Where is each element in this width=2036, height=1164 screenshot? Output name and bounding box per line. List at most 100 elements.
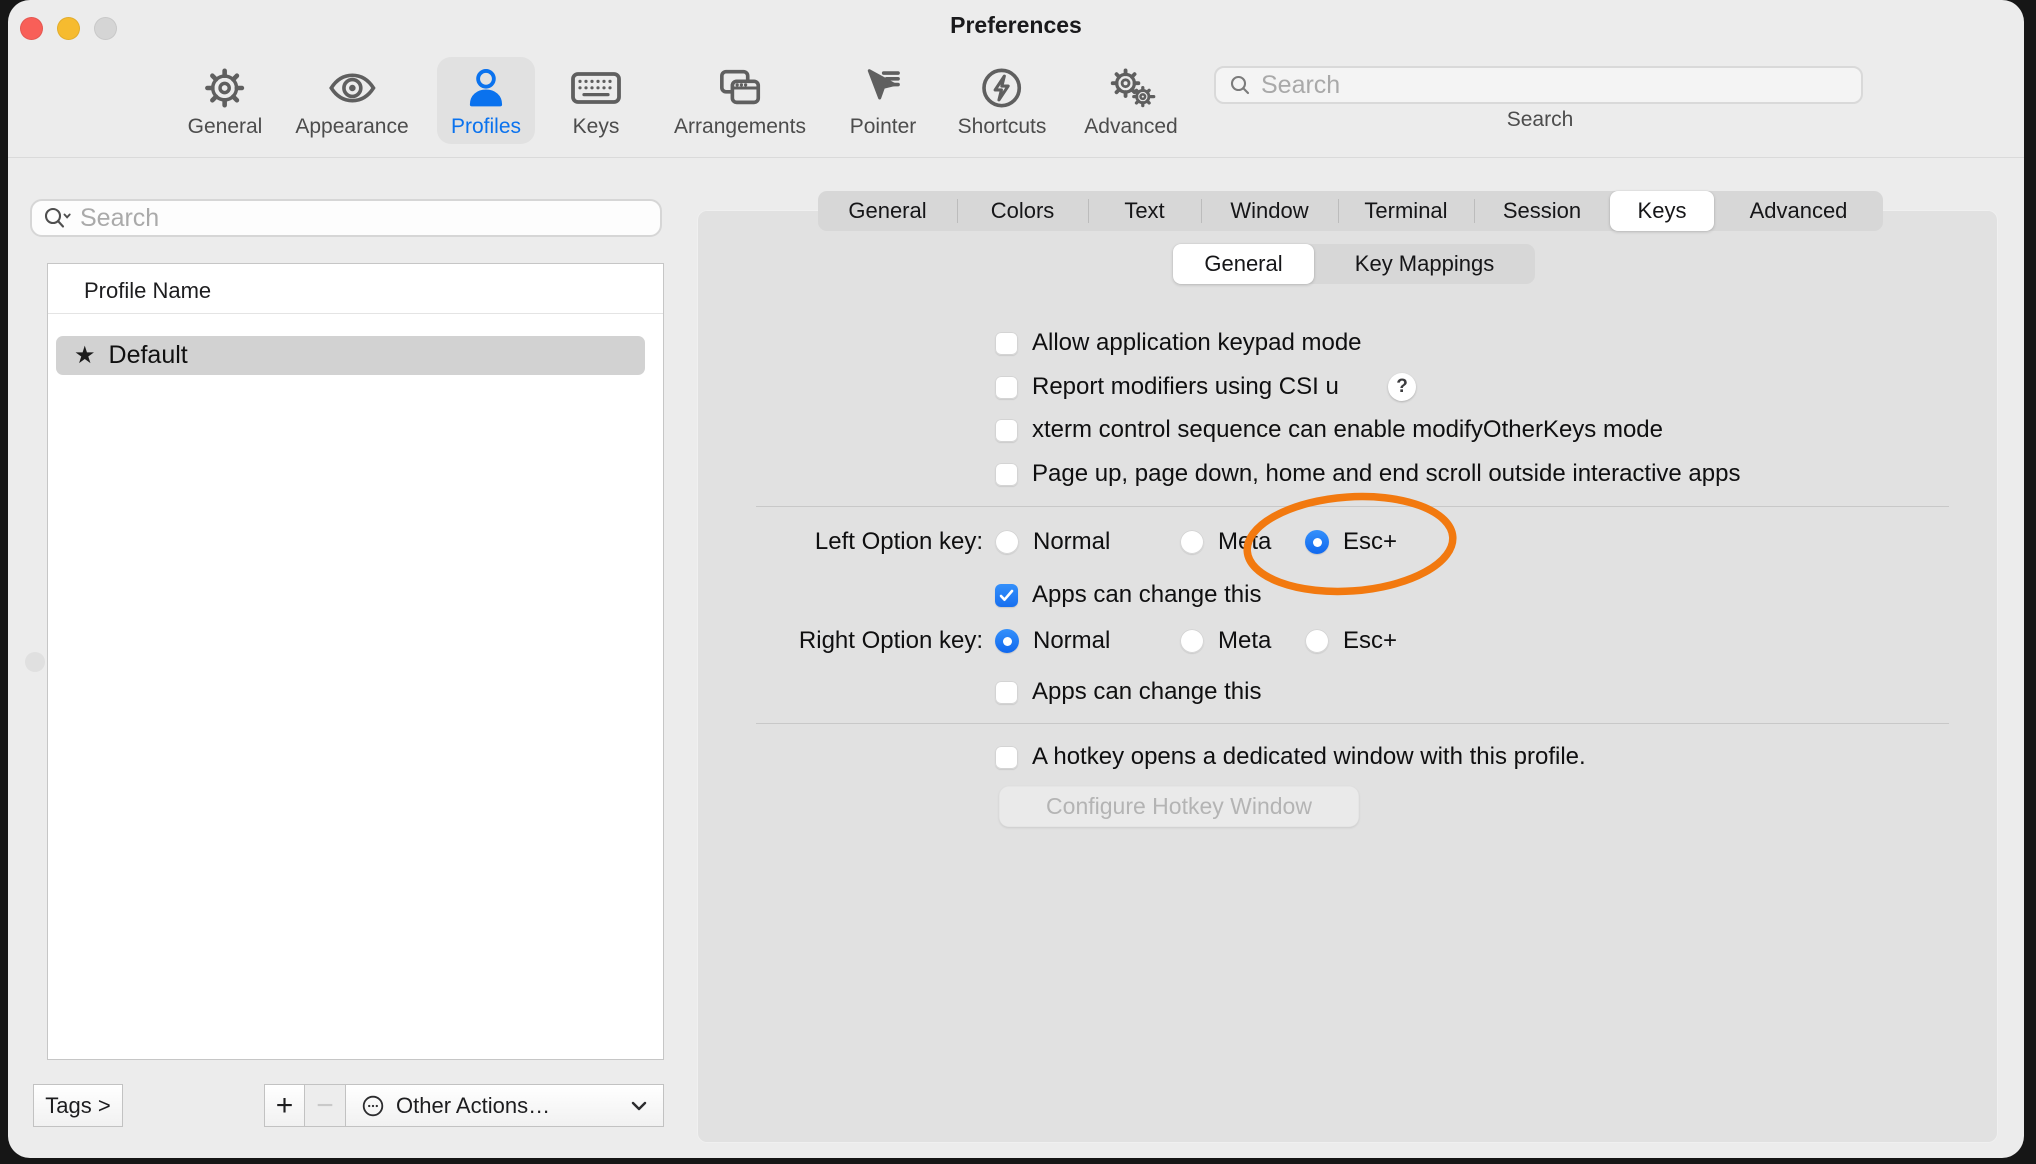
- checkbox-label: A hotkey opens a dedicated window with t…: [1032, 743, 1586, 771]
- toolbar-item-profiles[interactable]: Profiles: [437, 57, 535, 144]
- header-divider: [48, 313, 663, 314]
- toolbar-label: Advanced: [1084, 115, 1177, 139]
- toolbar-label: General: [188, 115, 263, 139]
- tab-general[interactable]: General: [818, 191, 957, 231]
- toolbar-search-caption: Search: [1410, 108, 1670, 132]
- tab-terminal[interactable]: Terminal: [1338, 191, 1474, 231]
- checkbox-label: xterm control sequence can enable modify…: [1032, 416, 1663, 444]
- tags-button[interactable]: Tags >: [33, 1084, 123, 1127]
- toolbar-label: Profiles: [451, 115, 521, 139]
- radio-label: Meta: [1218, 528, 1271, 556]
- toolbar-item-keys[interactable]: Keys: [555, 57, 637, 144]
- add-profile-button[interactable]: +: [264, 1084, 305, 1127]
- search-icon: [1228, 73, 1252, 97]
- toolbar-item-pointer[interactable]: Pointer: [836, 57, 931, 144]
- checkbox[interactable]: [995, 332, 1018, 355]
- profile-tab-bar: General Colors Text Window Terminal Sess…: [818, 191, 1883, 231]
- right-option-key-label: Right Option key:: [708, 627, 983, 655]
- radio[interactable]: Meta: [1180, 624, 1271, 658]
- checkbox-row[interactable]: Report modifiers using CSI u: [995, 370, 1339, 404]
- toolbar-item-appearance[interactable]: Appearance: [281, 57, 422, 144]
- profile-list: Profile Name ★ Default: [47, 263, 664, 1060]
- gears-icon: [1105, 63, 1157, 113]
- checkbox[interactable]: [995, 376, 1018, 399]
- section-divider: [756, 506, 1949, 507]
- radio-button: [995, 530, 1019, 554]
- checkbox-row[interactable]: Apps can change this: [995, 675, 1262, 709]
- checkbox-row[interactable]: Page up, page down, home and end scroll …: [995, 457, 1740, 491]
- toolbar-item-arrangements[interactable]: Arrangements: [660, 57, 820, 144]
- subtab-general[interactable]: General: [1173, 244, 1314, 284]
- gear-icon: [202, 63, 248, 113]
- radio-label: Normal: [1033, 528, 1110, 556]
- toolbar-item-advanced[interactable]: Advanced: [1070, 57, 1191, 144]
- lightning-icon: [979, 63, 1025, 113]
- checkbox-row[interactable]: Apps can change this: [995, 578, 1262, 612]
- section-divider: [756, 723, 1949, 724]
- windows-icon: [715, 63, 765, 113]
- chevron-down-icon: [629, 1099, 649, 1113]
- radio[interactable]: Normal: [995, 624, 1110, 658]
- toolbar-label: Appearance: [295, 115, 408, 139]
- toolbar-item-shortcuts[interactable]: Shortcuts: [944, 57, 1061, 144]
- checkbox-row[interactable]: A hotkey opens a dedicated window with t…: [995, 740, 1586, 774]
- checkbox[interactable]: [995, 681, 1018, 704]
- tab-colors[interactable]: Colors: [957, 191, 1088, 231]
- add-remove-group: + −: [264, 1084, 346, 1127]
- configure-hotkey-window-button: Configure Hotkey Window: [999, 786, 1359, 827]
- toolbar-label: Keys: [573, 115, 620, 139]
- tab-text[interactable]: Text: [1088, 191, 1201, 231]
- cursor-icon: [860, 63, 906, 113]
- remove-profile-button: −: [305, 1084, 346, 1127]
- radio-label: Esc+: [1343, 627, 1397, 655]
- checkbox-row[interactable]: Allow application keypad mode: [995, 326, 1362, 360]
- checkbox-label: Apps can change this: [1032, 678, 1262, 706]
- toolbar-search-input[interactable]: [1261, 71, 1849, 100]
- circled-ellipsis-icon: [360, 1093, 386, 1119]
- radio-button: [1180, 629, 1204, 653]
- radio-label: Normal: [1033, 627, 1110, 655]
- toolbar-label: Shortcuts: [958, 115, 1047, 139]
- radio-button: [1305, 629, 1329, 653]
- window-title: Preferences: [8, 12, 2024, 39]
- subtab-key-mappings[interactable]: Key Mappings: [1314, 244, 1535, 284]
- radio-button: [1180, 530, 1204, 554]
- left-option-key-label: Left Option key:: [708, 528, 983, 556]
- profile-row-default[interactable]: ★ Default: [56, 336, 645, 375]
- radio[interactable]: Esc+: [1305, 525, 1397, 559]
- radio-label: Esc+: [1343, 528, 1397, 556]
- checkbox-label: Allow application keypad mode: [1032, 329, 1362, 357]
- toolbar-divider: [8, 157, 2024, 158]
- profile-name: Default: [109, 341, 188, 370]
- profile-search-input[interactable]: [80, 204, 650, 233]
- checkbox-row[interactable]: xterm control sequence can enable modify…: [995, 413, 1663, 447]
- checkbox[interactable]: [995, 463, 1018, 486]
- radio[interactable]: Normal: [995, 525, 1110, 559]
- radio-label: Meta: [1218, 627, 1271, 655]
- tab-advanced[interactable]: Advanced: [1714, 191, 1883, 231]
- help-button[interactable]: ?: [1388, 373, 1416, 401]
- other-actions-menu[interactable]: Other Actions…: [345, 1084, 664, 1127]
- radio[interactable]: Meta: [1180, 525, 1271, 559]
- toolbar-item-general[interactable]: General: [174, 57, 277, 144]
- keyboard-icon: [569, 63, 623, 113]
- checkbox[interactable]: [995, 419, 1018, 442]
- toolbar-search-field[interactable]: [1214, 66, 1863, 104]
- person-icon: [464, 63, 508, 113]
- profile-list-header: Profile Name: [84, 278, 211, 304]
- tab-window[interactable]: Window: [1201, 191, 1338, 231]
- checkbox-label: Page up, page down, home and end scroll …: [1032, 460, 1740, 488]
- checkbox[interactable]: [995, 746, 1018, 769]
- search-menu-icon: [42, 205, 72, 231]
- radio-button: [995, 629, 1019, 653]
- keys-subtab-bar: General Key Mappings: [1173, 244, 1535, 284]
- checkbox[interactable]: [995, 584, 1018, 607]
- profile-search-field[interactable]: [30, 199, 662, 237]
- tab-keys[interactable]: Keys: [1610, 191, 1714, 231]
- eye-icon: [326, 63, 378, 113]
- star-icon: ★: [74, 341, 96, 370]
- drag-dot: [25, 652, 45, 672]
- tab-session[interactable]: Session: [1474, 191, 1610, 231]
- radio[interactable]: Esc+: [1305, 624, 1397, 658]
- toolbar-label: Pointer: [850, 115, 917, 139]
